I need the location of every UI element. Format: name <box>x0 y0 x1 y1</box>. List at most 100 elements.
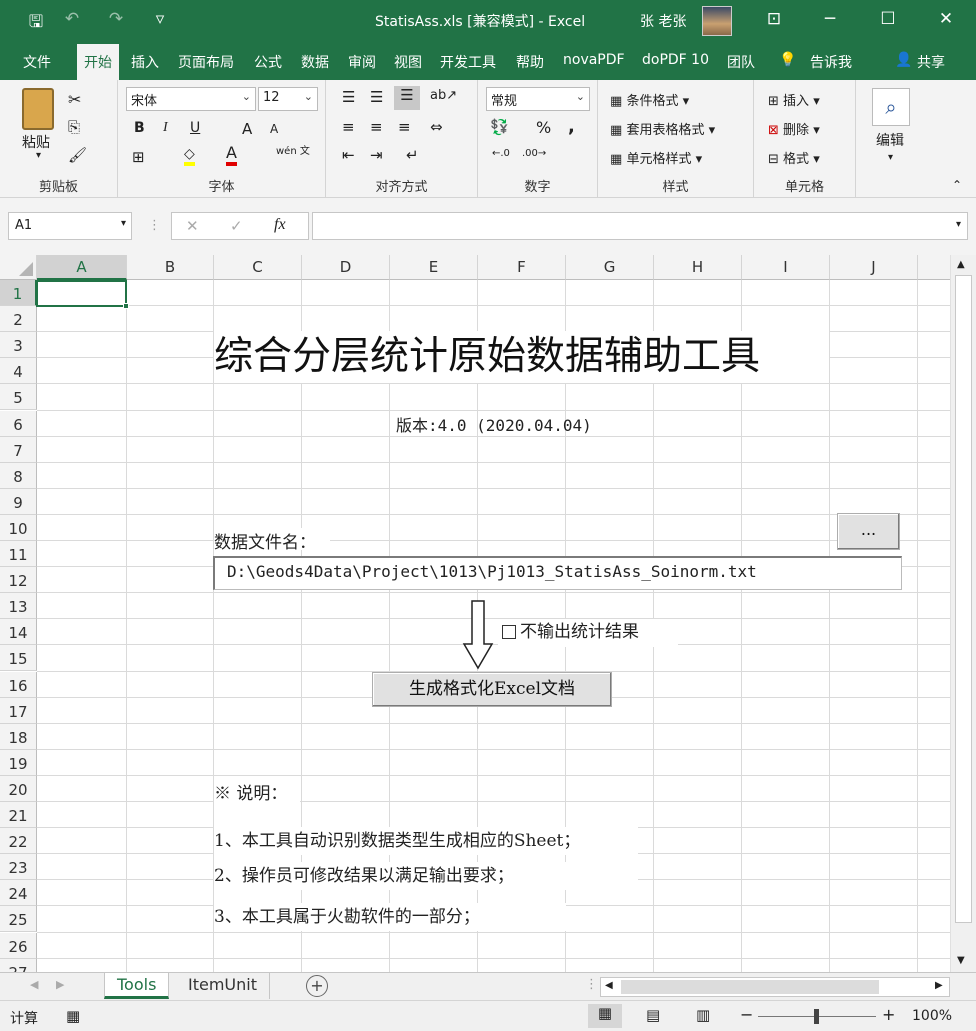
expand-formula-icon[interactable]: ▾ <box>956 219 961 230</box>
column-header[interactable]: B <box>127 255 214 280</box>
row-header[interactable]: 15 <box>0 645 37 672</box>
font-name-select[interactable]: 宋体 ⌄ <box>126 87 256 111</box>
orientation-icon[interactable]: ab↗ <box>430 88 457 103</box>
lightbulb-icon[interactable]: 💡 <box>779 52 796 68</box>
tab-dopdf[interactable]: doPDF 10 <box>642 52 709 68</box>
scroll-down-icon[interactable]: ▼ <box>957 955 965 966</box>
increase-decimal-icon[interactable]: ←.0 <box>492 148 510 159</box>
save-icon[interactable]: 🖫 <box>26 9 46 38</box>
tab-page-layout[interactable]: 页面布局 <box>178 52 234 72</box>
bold-button[interactable]: B <box>134 120 145 136</box>
row-header[interactable]: 16 <box>0 671 37 698</box>
row-header[interactable]: 4 <box>0 358 37 385</box>
tab-help[interactable]: 帮助 <box>516 52 544 72</box>
row-header[interactable]: 20 <box>0 775 37 802</box>
horizontal-scrollbar[interactable]: ◀ ▶ <box>600 977 950 997</box>
row-header[interactable]: 24 <box>0 880 37 907</box>
collapse-ribbon-icon[interactable]: ⌃ <box>952 178 962 192</box>
close-icon[interactable]: ✕ <box>934 9 958 29</box>
percent-button[interactable]: % <box>536 118 551 137</box>
tab-insert[interactable]: 插入 <box>131 52 159 72</box>
maximize-icon[interactable]: ☐ <box>876 9 900 29</box>
tab-formulas[interactable]: 公式 <box>254 52 282 72</box>
vertical-scrollbar[interactable]: ▲ ▼ <box>950 255 976 972</box>
grow-font-button[interactable]: A <box>242 120 252 138</box>
increase-indent-icon[interactable]: ⇥ <box>370 146 383 164</box>
tell-me-search[interactable]: 告诉我 <box>810 52 852 72</box>
avatar[interactable] <box>702 6 732 36</box>
formula-input[interactable]: ▾ <box>312 212 968 240</box>
editing-button[interactable]: 编辑 <box>876 130 904 150</box>
generate-excel-button[interactable]: 生成格式化Excel文档 <box>372 672 612 707</box>
font-color-button[interactable]: A <box>226 144 237 166</box>
align-middle-icon[interactable]: ☰ <box>370 88 383 106</box>
column-header[interactable]: E <box>390 255 478 280</box>
sheet-tab-itemunit[interactable]: ItemUnit <box>176 973 270 999</box>
row-header[interactable]: 8 <box>0 462 37 489</box>
worksheet-grid[interactable]: ABCDEFGHIJ 1 2 3 4 5 6 7 8 9 10 11 12 13 14 15 16 17 18 19… <box>0 255 950 972</box>
add-sheet-icon[interactable]: + <box>306 975 328 997</box>
row-header[interactable]: 22 <box>0 828 37 855</box>
undo-icon[interactable]: ↶ <box>62 9 82 29</box>
column-header[interactable]: C <box>214 255 302 280</box>
scroll-right-icon[interactable]: ▶ <box>935 980 943 991</box>
file-path-input[interactable]: D:\Geods4Data\Project\1013\Pj1013_Statis… <box>213 556 902 590</box>
page-break-view-icon[interactable]: ▥ <box>696 1006 710 1024</box>
customize-qat-icon[interactable]: ▿ <box>150 9 170 29</box>
zoom-slider-thumb[interactable] <box>814 1009 819 1024</box>
cancel-icon[interactable]: ✕ <box>186 217 199 235</box>
number-format-select[interactable]: 常规 ⌄ <box>486 87 590 111</box>
tab-novapdf[interactable]: novaPDF <box>563 52 625 68</box>
scroll-up-icon[interactable]: ▲ <box>957 259 965 270</box>
zoom-out-button[interactable]: − <box>740 1005 753 1024</box>
italic-button[interactable]: I <box>163 120 168 136</box>
tab-split-handle[interactable]: ⋮ <box>585 977 598 992</box>
zoom-in-button[interactable]: + <box>882 1005 895 1024</box>
share-icon[interactable]: 👤 <box>895 52 912 68</box>
underline-button[interactable]: U <box>190 120 200 136</box>
format-cells-button[interactable]: ⊟ 格式 ▾ <box>768 148 820 167</box>
fill-handle[interactable] <box>123 303 129 309</box>
column-header[interactable]: F <box>478 255 566 280</box>
row-header[interactable]: 9 <box>0 488 37 515</box>
tab-review[interactable]: 审阅 <box>348 52 376 72</box>
align-top-icon[interactable]: ☰ <box>342 88 355 106</box>
row-header[interactable]: 19 <box>0 749 37 776</box>
row-header[interactable]: 6 <box>0 410 37 437</box>
row-header[interactable]: 3 <box>0 332 37 359</box>
tab-home[interactable]: 开始 <box>77 44 119 80</box>
minimize-icon[interactable]: ─ <box>818 9 842 29</box>
next-sheet-icon[interactable]: ▶ <box>56 978 64 991</box>
h-scroll-thumb[interactable] <box>621 980 879 994</box>
scroll-left-icon[interactable]: ◀ <box>605 980 613 991</box>
tab-data[interactable]: 数据 <box>301 52 329 72</box>
comma-button[interactable]: , <box>568 116 575 137</box>
tab-team[interactable]: 团队 <box>727 52 755 72</box>
row-header[interactable]: 12 <box>0 567 37 594</box>
row-header[interactable]: 5 <box>0 384 37 411</box>
align-right-icon[interactable]: ≡ <box>398 118 411 136</box>
zoom-level[interactable]: 100% <box>912 1008 952 1024</box>
user-name[interactable]: 张 老张 <box>640 11 686 31</box>
row-header[interactable]: 17 <box>0 697 37 724</box>
merge-center-icon[interactable]: ⇔ <box>430 118 443 136</box>
ribbon-display-icon[interactable]: ⊡ <box>762 9 786 29</box>
format-painter-icon[interactable]: 🖌 <box>68 146 87 164</box>
cut-icon[interactable]: ✂ <box>68 90 81 109</box>
borders-icon[interactable]: ⊞ <box>132 148 145 166</box>
share-button[interactable]: 共享 <box>917 52 945 72</box>
row-header[interactable]: 25 <box>0 906 37 933</box>
scroll-thumb[interactable] <box>955 275 972 923</box>
macro-record-icon[interactable]: ▦ <box>66 1007 80 1025</box>
insert-function-button[interactable]: fx <box>274 216 286 234</box>
row-header[interactable]: 27 <box>0 958 37 972</box>
align-left-icon[interactable]: ≡ <box>342 118 355 136</box>
row-header[interactable]: 11 <box>0 541 37 568</box>
column-header[interactable]: J <box>830 255 918 280</box>
paste-button[interactable]: 粘贴 <box>22 132 50 152</box>
tab-view[interactable]: 视图 <box>394 52 422 72</box>
checkbox-box[interactable] <box>502 625 516 639</box>
cell-styles-button[interactable]: ▦ 单元格样式 ▾ <box>610 148 702 167</box>
tab-developer[interactable]: 开发工具 <box>440 52 496 72</box>
delete-cells-button[interactable]: ⊠ 删除 ▾ <box>768 119 820 138</box>
